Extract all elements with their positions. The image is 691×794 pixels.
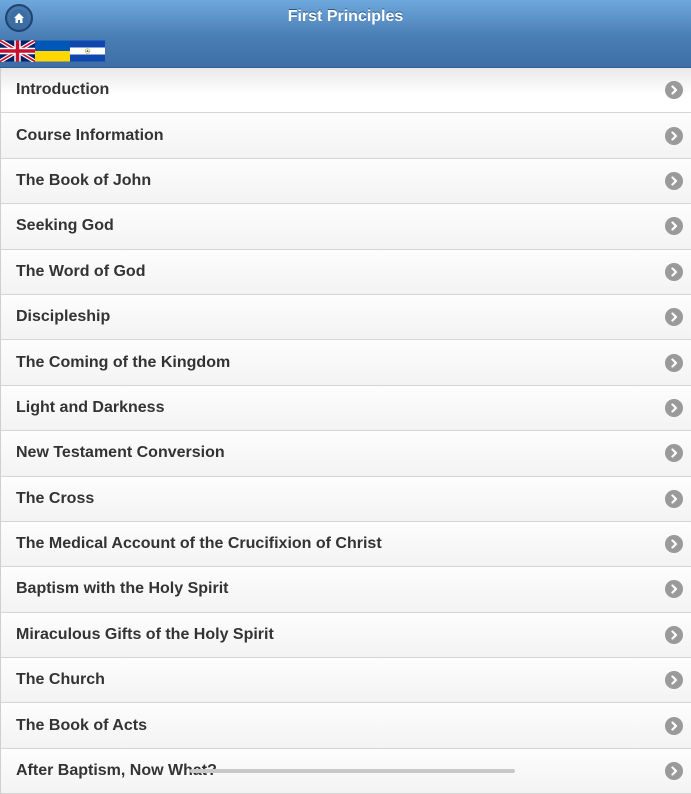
chevron-right-icon [665,580,683,599]
list-item-label: Light and Darkness [16,398,165,416]
chapter-list: Introduction Course Information The Book o… [0,68,691,794]
list-item-label: The Medical Account of the Crucifixion o… [16,535,382,553]
ukraine-flag-icon[interactable] [35,40,70,62]
list-item[interactable]: The Medical Account of the Crucifixion o… [0,521,691,568]
list-item[interactable]: The Church [0,658,691,704]
list-item-label: The Book of John [16,171,152,189]
chevron-right-icon [665,126,683,145]
chevron-right-icon [665,217,683,236]
list-item[interactable]: Baptism with the Holy Spirit [0,567,691,613]
list-item[interactable]: Introduction [0,68,691,114]
app-header: First Principles [0,0,691,68]
chevron-right-icon [665,762,683,781]
list-item[interactable]: Light and Darkness [0,385,691,432]
list-item-label: Baptism with the Holy Spirit [16,580,229,598]
list-item-label: The Church [16,671,105,689]
list-item[interactable]: The Word of God [0,249,691,295]
language-flags [0,40,105,62]
chevron-right-icon [665,625,683,644]
chevron-right-icon [665,444,683,463]
chevron-right-icon [665,262,683,281]
list-item-label: The Word of God [16,262,146,280]
list-item-label: Miraculous Gifts of the Holy Spirit [16,625,274,643]
list-item[interactable]: New Testament Conversion [0,431,691,477]
scroll-indicator[interactable] [190,769,515,773]
list-item-label: Discipleship [16,308,111,326]
list-item-label: The Book of Acts [16,716,147,734]
list-item[interactable]: Course Information [0,113,691,159]
list-item-label: New Testament Conversion [16,444,225,462]
list-item[interactable]: Seeking God [0,204,691,250]
chevron-right-icon [665,308,683,327]
page-title: First Principles [287,8,404,25]
list-item-label: After Baptism, Now What? [16,762,217,780]
list-item[interactable]: The Coming of the Kingdom [0,340,691,386]
chevron-right-icon [665,81,683,100]
list-item[interactable]: The Book of John [0,158,691,205]
chevron-right-icon [665,171,683,190]
chevron-right-icon [665,398,683,417]
uk-flag-icon[interactable] [0,40,35,62]
list-item-label: Course Information [16,126,164,144]
list-item[interactable]: Discipleship [0,294,691,341]
chevron-right-icon [665,353,683,372]
list-item-label: Introduction [16,81,110,99]
chevron-right-icon [665,535,683,554]
list-item[interactable]: The Cross [0,476,691,522]
el-salvador-flag-icon[interactable] [70,40,105,62]
chevron-right-icon [665,489,683,508]
list-item[interactable]: The Book of Acts [0,703,691,749]
list-item-label: The Coming of the Kingdom [16,353,231,371]
list-item[interactable]: Miraculous Gifts of the Holy Spirit [0,612,691,659]
chevron-right-icon [665,716,683,735]
list-item-label: The Cross [16,489,95,507]
list-item-label: Seeking God [16,217,114,235]
chevron-right-icon [665,671,683,690]
